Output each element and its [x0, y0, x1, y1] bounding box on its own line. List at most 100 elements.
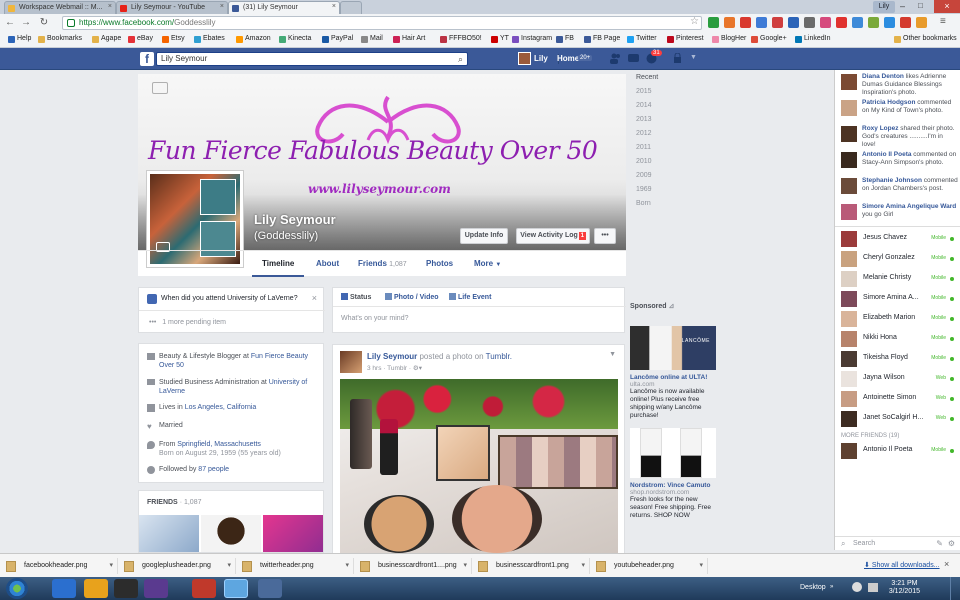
tab-about[interactable]: About: [316, 259, 339, 268]
about-followers-link[interactable]: 87 people: [198, 466, 229, 473]
menu-icon[interactable]: ≡: [940, 16, 946, 27]
more-options-button[interactable]: •••: [594, 228, 616, 244]
post-target-link[interactable]: Tumblr.: [486, 352, 512, 361]
close-shelf-icon[interactable]: ×: [944, 559, 949, 569]
extension-icon[interactable]: [772, 17, 783, 28]
year-link[interactable]: 2011: [636, 144, 696, 158]
profile-badge[interactable]: Lily: [873, 1, 895, 13]
download-item[interactable]: twitterheader.png ▾: [236, 558, 354, 574]
tab-photos[interactable]: Photos: [426, 259, 453, 268]
extension-icon[interactable]: [836, 17, 847, 28]
new-tab-button[interactable]: [340, 1, 362, 14]
bookmark-item[interactable]: eBay: [128, 35, 153, 43]
about-hometown-link[interactable]: Springfield, Massachusetts: [177, 441, 261, 448]
chrome-icon[interactable]: [224, 579, 248, 598]
about-location-link[interactable]: Los Angeles, California: [185, 404, 257, 411]
file-explorer-icon[interactable]: [144, 579, 168, 598]
extension-icon[interactable]: [756, 17, 767, 28]
friend-thumbnail[interactable]: [201, 515, 261, 552]
bookmark-item[interactable]: PayPal: [322, 35, 353, 43]
view-activity-log-button[interactable]: View Activity Log 1: [516, 228, 590, 244]
year-link[interactable]: 2010: [636, 158, 696, 172]
bookmark-item[interactable]: BlogHer: [712, 35, 746, 43]
year-link[interactable]: Recent: [636, 74, 696, 88]
outlook-icon[interactable]: [84, 579, 108, 598]
chat-search-bar[interactable]: ⌕ Search ✎ ⚙: [835, 536, 960, 550]
extension-icon[interactable]: [724, 17, 735, 28]
user-avatar[interactable]: [518, 52, 531, 65]
internet-explorer-icon[interactable]: [52, 579, 76, 598]
user-name-link[interactable]: Lily: [534, 54, 548, 63]
chat-contact[interactable]: Janet SoCalgirl H... Web: [835, 409, 960, 429]
year-link[interactable]: 2012: [636, 130, 696, 144]
bookmark-item[interactable]: FFFBO50!: [440, 35, 482, 43]
extension-icon[interactable]: [740, 17, 751, 28]
network-icon[interactable]: [868, 583, 878, 592]
facebook-search-input[interactable]: Lily Seymour ⌕: [156, 52, 468, 66]
ticker-name[interactable]: Patricia Hodgson: [862, 99, 915, 106]
tray-icon[interactable]: [852, 582, 862, 592]
show-desktop-button[interactable]: [950, 577, 960, 600]
chevron-down-icon[interactable]: ▾: [227, 558, 231, 574]
system-clock[interactable]: 3:21 PM 3/12/2015: [889, 580, 920, 596]
lancome-ad-image[interactable]: LANCÔME: [630, 326, 716, 370]
chat-contact[interactable]: Cheryl Gonzalez Mobile: [835, 249, 960, 269]
tab-timeline[interactable]: Timeline: [262, 259, 294, 268]
download-item[interactable]: businesscardfront1.png ▾: [472, 558, 590, 574]
bookmark-item[interactable]: Etsy: [162, 35, 185, 43]
browser-tab-youtube[interactable]: Lily Seymour - YouTube ×: [116, 1, 228, 14]
extension-icon[interactable]: [708, 17, 719, 28]
close-tab-icon[interactable]: ×: [108, 3, 112, 10]
star-icon[interactable]: ☆: [690, 16, 699, 27]
life-event-tab[interactable]: Life Event: [449, 293, 491, 301]
ticker-name[interactable]: Antonio Il Poeta: [862, 151, 911, 158]
question-text[interactable]: When did you attend University of LaVern…: [161, 295, 298, 302]
ticker-name[interactable]: Simore Amina Angelique Ward: [862, 203, 956, 210]
tab-more[interactable]: More ▼: [474, 259, 501, 268]
chat-contact[interactable]: Melanie Christy Mobile: [835, 269, 960, 289]
bookmark-item[interactable]: Help: [8, 35, 31, 43]
bookmark-item[interactable]: Agape: [92, 35, 121, 43]
extension-icon[interactable]: [900, 17, 911, 28]
download-item[interactable]: youtubeheader.png ▾: [590, 558, 708, 574]
ticker-item[interactable]: Roxy Lopez shared their photo. God's cre…: [835, 122, 960, 148]
browser-tab-facebook[interactable]: (31) Lily Seymour ×: [228, 1, 340, 14]
bookmark-item[interactable]: YT: [491, 35, 509, 43]
download-item[interactable]: facebookheader.png ▾: [0, 558, 118, 574]
url-field[interactable]: https://www.facebook.com/Goddesslily: [62, 16, 702, 30]
chat-search-input[interactable]: Search: [853, 540, 875, 547]
pending-items[interactable]: ••• 1 more pending item: [149, 319, 226, 326]
chat-contact[interactable]: Jayna Wilson Web: [835, 369, 960, 389]
facebook-logo-icon[interactable]: f: [140, 52, 154, 66]
privacy-shortcuts-icon[interactable]: [672, 52, 683, 64]
chat-settings-icon[interactable]: ⚙: [948, 539, 955, 548]
camera-icon[interactable]: [152, 82, 168, 94]
year-link[interactable]: 2015: [636, 88, 696, 102]
nordstrom-ad-image[interactable]: [630, 428, 716, 478]
close-tab-icon[interactable]: ×: [220, 3, 224, 10]
status-tab[interactable]: Status: [341, 293, 371, 301]
account-dropdown-icon[interactable]: ▼: [690, 54, 697, 61]
maximize-icon[interactable]: □: [918, 1, 923, 10]
year-link[interactable]: 2009: [636, 172, 696, 186]
app-icon[interactable]: [258, 579, 282, 598]
year-link[interactable]: 2014: [636, 102, 696, 116]
minimize-icon[interactable]: –: [900, 1, 905, 11]
forward-arrow-icon[interactable]: →: [20, 17, 32, 29]
back-arrow-icon[interactable]: ←: [4, 17, 16, 29]
close-icon[interactable]: ×: [312, 293, 317, 303]
audience-icon[interactable]: ⚙▾: [413, 365, 422, 372]
ticker-item[interactable]: Patricia Hodgson commented on My Kind of…: [835, 96, 960, 122]
ticker-item[interactable]: Simore Amina Angelique Ward you go Girl: [835, 200, 960, 222]
chevron-down-icon[interactable]: ▾: [581, 558, 585, 574]
profile-name[interactable]: Lily Seymour: [254, 212, 336, 227]
download-item[interactable]: googleplusheader.png ▾: [118, 558, 236, 574]
bookmark-item[interactable]: Mail: [361, 35, 383, 43]
search-icon[interactable]: ⌕: [458, 53, 463, 65]
close-window-icon[interactable]: ×: [934, 0, 960, 13]
extension-icon[interactable]: [788, 17, 799, 28]
update-info-button[interactable]: Update Info: [460, 228, 508, 244]
bookmark-item[interactable]: Twitter: [627, 35, 657, 43]
extension-icon[interactable]: [868, 17, 879, 28]
tray-chevron-icon[interactable]: »: [830, 584, 833, 590]
